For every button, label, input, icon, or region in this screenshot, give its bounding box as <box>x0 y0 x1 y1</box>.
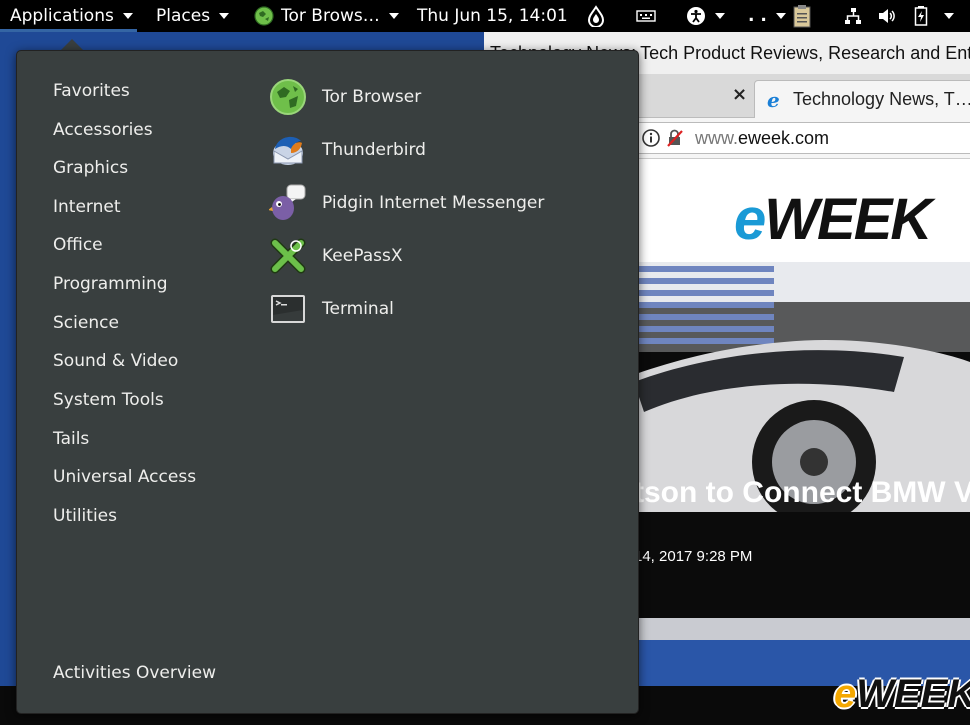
chevron-down-icon <box>122 13 133 19</box>
pidgin-icon <box>269 184 306 220</box>
url-bar[interactable]: www. eweek.com <box>634 122 970 154</box>
logo-week: WEEK <box>764 187 932 252</box>
clock-label: Thu Jun 15, 14:01 <box>417 6 568 26</box>
input-method-indicator[interactable]: . . <box>748 0 786 32</box>
category-internet[interactable]: Internet <box>53 197 121 217</box>
hero-date: 14, 2017 9:28 PM <box>634 548 753 565</box>
clipboard-icon[interactable] <box>792 0 812 32</box>
terminal-icon <box>271 295 305 323</box>
category-graphics[interactable]: Graphics <box>53 158 128 178</box>
category-sound-video[interactable]: Sound & Video <box>53 351 178 371</box>
category-system-tools[interactable]: System Tools <box>53 390 164 410</box>
app-terminal[interactable]: Terminal <box>269 289 394 329</box>
tab-technology-news[interactable]: e Technology News, T… <box>754 80 970 118</box>
applications-label: Applications <box>10 6 114 26</box>
applications-menu-button[interactable]: Applications <box>10 0 133 32</box>
thunderbird-icon <box>273 136 303 165</box>
chevron-down-icon <box>775 13 786 19</box>
svg-text:e: e <box>767 88 780 112</box>
activities-overview[interactable]: Activities Overview <box>53 663 216 683</box>
app-thunderbird[interactable]: Thunderbird <box>269 130 426 170</box>
app-label: Thunderbird <box>322 140 426 160</box>
logo-e: e <box>734 187 766 252</box>
eweek-logo[interactable]: eWEEK <box>734 186 932 253</box>
chevron-down-icon <box>388 13 399 19</box>
accessibility-icon[interactable] <box>686 0 725 32</box>
app-keepassx[interactable]: KeePassX <box>269 236 402 276</box>
volume-icon[interactable] <box>877 0 897 32</box>
chevron-down-icon <box>944 13 954 19</box>
app-label: Pidgin Internet Messenger <box>322 193 545 213</box>
window-title: Tech Product Reviews, Research and Ent <box>640 42 970 63</box>
app-label: KeePassX <box>322 246 403 266</box>
watermark-e: e <box>834 672 857 716</box>
places-label: Places <box>156 6 211 26</box>
app-tor-browser[interactable]: Tor Browser <box>269 77 421 117</box>
top-panel: Applications Places Tor Brows… Thu Jun 1… <box>0 0 970 32</box>
tab-label: Technology News, T… <box>793 89 970 109</box>
active-indicator <box>0 29 137 32</box>
tor-onion-icon <box>254 6 274 26</box>
category-universal-access[interactable]: Universal Access <box>53 467 196 487</box>
clock[interactable]: Thu Jun 15, 14:01 <box>417 0 568 32</box>
info-icon[interactable] <box>641 128 661 148</box>
tor-browser-icon <box>270 79 306 115</box>
category-science[interactable]: Science <box>53 313 119 333</box>
close-tab-icon[interactable]: × <box>732 84 747 105</box>
app-menu-label: Tor Brows… <box>281 6 380 26</box>
category-tails[interactable]: Tails <box>53 429 89 449</box>
app-label: Tor Browser <box>322 87 422 107</box>
url-domain: eweek.com <box>738 127 830 148</box>
keepassx-icon <box>270 238 306 274</box>
places-menu-button[interactable]: Places <box>156 0 230 32</box>
watermark-week: WEEK <box>856 672 970 716</box>
chevron-down-icon <box>219 13 230 19</box>
category-utilities[interactable]: Utilities <box>53 506 117 526</box>
category-favorites[interactable]: Favorites <box>53 81 130 101</box>
insecure-lock-icon[interactable] <box>665 128 685 148</box>
system-menu-button[interactable] <box>935 0 954 32</box>
app-menu-button[interactable]: Tor Brows… <box>254 0 399 32</box>
app-pidgin[interactable]: Pidgin Internet Messenger <box>269 183 544 223</box>
input-dots-icon: . . <box>748 6 767 26</box>
eweek-watermark: eWEEK <box>834 672 970 717</box>
battery-icon[interactable] <box>914 0 928 32</box>
category-office[interactable]: Office <box>53 235 103 255</box>
applications-menu: Favorites Accessories Graphics Internet … <box>16 50 639 714</box>
tor-status-icon[interactable] <box>587 0 605 32</box>
ie-e-icon: e <box>767 88 780 112</box>
keyboard-icon[interactable] <box>636 0 656 32</box>
app-label: Terminal <box>322 299 394 319</box>
category-programming[interactable]: Programming <box>53 274 168 294</box>
category-accessories[interactable]: Accessories <box>53 120 153 140</box>
url-prefix: www. <box>695 127 739 148</box>
network-icon[interactable] <box>843 0 863 32</box>
hero-headline[interactable]: tson to Connect BMW Veh <box>634 476 970 510</box>
chevron-down-icon <box>715 13 725 19</box>
